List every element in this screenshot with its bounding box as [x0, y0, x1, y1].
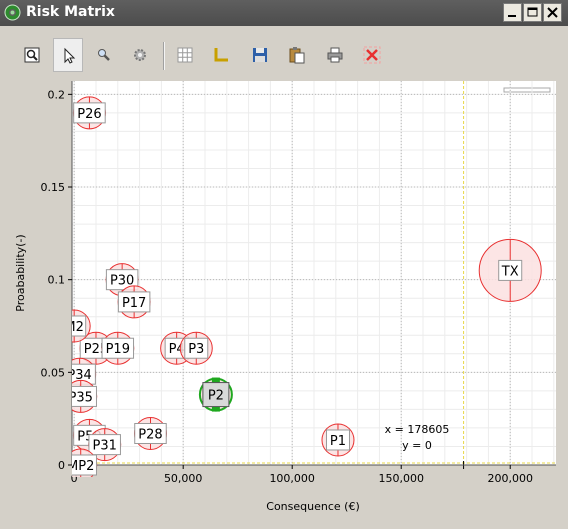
legend-box	[503, 87, 551, 93]
window-title: Risk Matrix	[26, 4, 115, 20]
grid-button[interactable]	[170, 38, 200, 72]
point-label: P1	[330, 434, 346, 449]
plot-toolbar	[0, 34, 568, 78]
x-axis-title: Consequence (€)	[266, 500, 359, 513]
y-tick-label: 0	[58, 459, 65, 472]
grid-icon	[177, 47, 193, 63]
readout-x: x = 178605	[385, 423, 450, 436]
risk-point-p26[interactable]: P26	[72, 96, 106, 130]
toolbar-separator	[163, 42, 165, 70]
minimize-button[interactable]	[503, 3, 522, 22]
close-button[interactable]	[543, 3, 562, 22]
maximize-icon	[527, 7, 538, 17]
print-icon	[327, 47, 343, 63]
close-plot-icon	[363, 46, 381, 64]
risk-point-p2[interactable]: P2	[198, 377, 233, 412]
x-tick-label: 50,000	[164, 472, 203, 485]
gear-icon	[134, 49, 146, 61]
point-label: P31	[93, 439, 117, 454]
y-axis-title: Proabability(-)	[14, 234, 27, 311]
risk-point-p1[interactable]: P1	[321, 423, 355, 457]
readout-y: y = 0	[402, 439, 432, 452]
close-plot-button[interactable]	[357, 38, 387, 72]
point-label: P28	[138, 427, 162, 442]
close-icon	[547, 7, 558, 18]
y-tick-label: 0.05	[41, 366, 66, 379]
app-logo-icon	[4, 4, 21, 21]
print-button[interactable]	[320, 38, 350, 72]
minimize-icon	[508, 15, 516, 17]
pointer-icon	[64, 47, 76, 64]
point-label: P19	[106, 342, 130, 357]
risk-matrix-chart[interactable]: 0 50,000 100,000 150,000 200,00000.050.10.15…	[0, 78, 568, 529]
point-label: P3	[188, 342, 204, 357]
point-label: P26	[77, 107, 101, 122]
magnifier-button[interactable]	[89, 38, 119, 72]
pointer-button[interactable]	[53, 38, 83, 72]
y-tick-label: 0.2	[48, 88, 66, 101]
x-tick-label: 100,000	[269, 472, 315, 485]
point-label: P35	[69, 390, 93, 405]
save-button[interactable]	[245, 38, 275, 72]
point-label: TX	[501, 264, 519, 279]
point-label: M2	[64, 320, 84, 335]
risk-point-p35[interactable]: P35	[65, 379, 98, 413]
axes-button[interactable]	[206, 38, 236, 72]
axes-icon	[214, 48, 228, 62]
paste-button[interactable]	[282, 38, 312, 72]
save-icon	[253, 48, 267, 62]
risk-point-p28[interactable]: P28	[133, 416, 167, 450]
risk-point-tx[interactable]: TX	[478, 238, 542, 302]
paste-icon	[289, 47, 305, 64]
risk-point-p17[interactable]: P17	[117, 285, 151, 319]
maximize-button[interactable]	[523, 3, 542, 22]
y-tick-label: 0.15	[41, 181, 66, 194]
y-tick-label: 0.1	[48, 274, 66, 287]
risk-point-p19[interactable]: P19	[101, 331, 135, 365]
magnifier-icon	[98, 49, 110, 61]
settings-button[interactable]	[125, 38, 155, 72]
point-label: P2	[208, 389, 224, 404]
point-label: P17	[122, 296, 146, 311]
risk-point-p3[interactable]: P3	[179, 331, 213, 365]
zoom-fit-button[interactable]	[17, 38, 47, 72]
title-bar: Risk Matrix	[0, 0, 568, 26]
risk-point-m2[interactable]: M2	[58, 309, 91, 343]
x-tick-label: 150,000	[378, 472, 424, 485]
zoom-fit-icon	[24, 47, 40, 63]
x-tick-label: 200,000	[487, 472, 533, 485]
